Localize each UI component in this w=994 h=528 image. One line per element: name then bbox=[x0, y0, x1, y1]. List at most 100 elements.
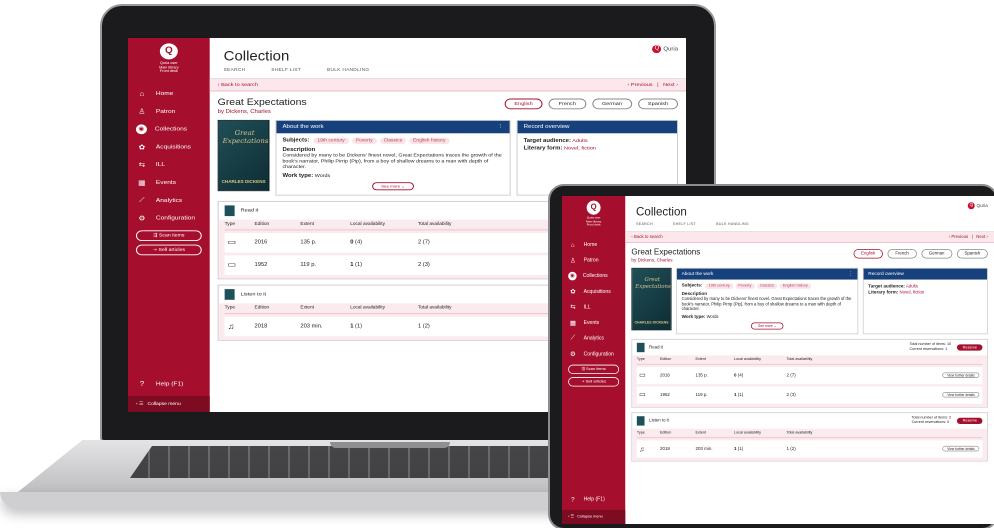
subject-tag[interactable]: English history bbox=[409, 137, 450, 144]
description-text: Considered by many to be Dickens' finest… bbox=[282, 153, 502, 171]
previous-link[interactable]: ‹ Previous bbox=[628, 82, 653, 87]
work-author-link[interactable]: by Dickens, Charles bbox=[631, 258, 700, 263]
sell-articles-button[interactable]: ⇢ Sell articles bbox=[135, 244, 202, 256]
sidebar-item-ill[interactable]: ⇆ ILL bbox=[562, 299, 625, 315]
about-card-header: About the work ⋮ bbox=[276, 120, 510, 134]
sidebar-item-events[interactable]: ▦ Events bbox=[562, 315, 625, 331]
kebab-menu-icon[interactable]: ⋮ bbox=[848, 269, 853, 280]
sidebar: Q Quria user Main library Front desk ⌂ Ho… bbox=[562, 196, 626, 524]
edition-cell: 2016 bbox=[254, 239, 268, 246]
sidebar-item-configuration[interactable]: ⚙ Configuration bbox=[562, 346, 625, 362]
kebab-menu-icon[interactable]: ⋮ bbox=[497, 121, 503, 133]
work-header: Great Expectations by Dickens, Charles E… bbox=[631, 248, 988, 263]
next-link[interactable]: Next › bbox=[976, 235, 988, 240]
language-button-french[interactable]: French bbox=[887, 249, 917, 259]
literary-form-value: Novel, fiction bbox=[564, 145, 596, 152]
extent-cell: 119 p. bbox=[695, 392, 708, 398]
column-header: Local availability bbox=[350, 221, 386, 227]
reserve-button[interactable]: Reserve bbox=[957, 417, 983, 424]
total-count: 1 bbox=[417, 323, 422, 329]
total-subcount: (2) bbox=[790, 446, 796, 452]
collection-tabs: SEARCH SHELF LIST BULK HANDLING bbox=[224, 68, 686, 72]
sidebar-item-patron[interactable]: ♙ Patron bbox=[128, 102, 210, 120]
view-further-details-button[interactable]: View further details bbox=[942, 445, 980, 452]
table-header: Type Edition Extent Local availability Total… bbox=[636, 355, 983, 365]
language-button-german[interactable]: German bbox=[921, 249, 953, 259]
tab-bulk-handling[interactable]: BULK HANDLING bbox=[327, 68, 369, 72]
language-button-spanish[interactable]: Spanish bbox=[637, 98, 679, 110]
sidebar-item-home[interactable]: ⌂ Home bbox=[128, 84, 210, 102]
target-audience-value: Adults bbox=[572, 138, 588, 144]
back-to-search-link[interactable]: ‹ Back to search bbox=[631, 235, 662, 240]
format-label-group: Read it bbox=[636, 342, 663, 352]
sidebar-item-configuration[interactable]: ⚙ Configuration bbox=[128, 209, 210, 227]
help-label: Help (F1) bbox=[155, 380, 184, 387]
sell-articles-button[interactable]: ⇢ Sell articles bbox=[568, 377, 620, 387]
sidebar-item-collections[interactable]: ◉ Collections bbox=[562, 268, 625, 284]
language-button-french[interactable]: French bbox=[548, 98, 586, 110]
edition-cell: 1952 bbox=[659, 392, 670, 398]
sidebar-item-patron[interactable]: ♙ Patron bbox=[562, 252, 625, 268]
sidebar-item-label: Home bbox=[583, 241, 598, 248]
previous-link[interactable]: ‹ Previous bbox=[949, 235, 968, 240]
language-button-german[interactable]: German bbox=[591, 98, 632, 110]
scan-items-button[interactable]: ⇶ Scan items bbox=[135, 230, 202, 242]
back-to-search-link[interactable]: ‹ Back to search bbox=[218, 82, 258, 87]
subject-tag[interactable]: 19th century bbox=[313, 137, 349, 144]
subject-tag[interactable]: Classics bbox=[379, 137, 407, 144]
view-further-details-button[interactable]: View further details bbox=[942, 372, 980, 378]
language-button-english[interactable]: English bbox=[504, 98, 543, 110]
table-row: ♫2018203 min.1 (1)1 (2)View further deta… bbox=[636, 440, 983, 458]
column-header: Extent bbox=[300, 221, 314, 227]
column-header: Edition bbox=[254, 221, 270, 227]
tab-bulk-handling[interactable]: BULK HANDLING bbox=[716, 223, 749, 227]
local-subcount: (1) bbox=[737, 392, 744, 398]
audiobook-icon: ♫ bbox=[639, 444, 645, 453]
acquisitions-icon: ✿ bbox=[570, 287, 576, 295]
sidebar-item-ill[interactable]: ⇆ ILL bbox=[128, 156, 210, 174]
gear-icon: ⚙ bbox=[138, 213, 146, 222]
tab-shelf-list[interactable]: SHELF LIST bbox=[673, 223, 696, 227]
see-more-button[interactable]: See more ⌄ bbox=[372, 181, 414, 190]
help-icon: ? bbox=[571, 495, 575, 503]
view-further-details-button[interactable]: View further details bbox=[942, 392, 980, 398]
record-heading: Record overview bbox=[523, 123, 570, 130]
help-button[interactable]: ? Help (F1) bbox=[562, 491, 605, 507]
sidebar-item-collections[interactable]: ◉ Collections bbox=[128, 120, 210, 138]
sidebar-item-acquisitions[interactable]: ✿ Acquisitions bbox=[562, 283, 625, 299]
subject-tag[interactable]: Poverty bbox=[735, 283, 755, 289]
literary-form: Literary form: Novel, fiction bbox=[868, 290, 982, 296]
subject-tag[interactable]: Classics bbox=[756, 283, 778, 289]
sidebar-item-analytics[interactable]: ⟋ Analytics bbox=[128, 191, 210, 209]
format-label-group: Listen to it bbox=[224, 288, 266, 300]
subject-tag[interactable]: English history bbox=[779, 283, 811, 289]
collapse-menu-button[interactable]: ‹ ☰ Collapse menu bbox=[128, 395, 210, 412]
tab-shelf-list[interactable]: SHELF LIST bbox=[271, 68, 301, 72]
collapse-menu-button[interactable]: ‹ ☰ Collapse menu bbox=[562, 509, 626, 524]
work-type-label: Work type: bbox=[681, 314, 706, 320]
tab-search[interactable]: SEARCH bbox=[224, 68, 246, 72]
see-more-button[interactable]: See more ⌄ bbox=[750, 322, 784, 330]
main-panel: Collection SEARCH SHELF LIST BULK HANDLI… bbox=[625, 196, 994, 524]
format-thumbnail bbox=[224, 288, 235, 300]
language-button-english[interactable]: English bbox=[853, 249, 884, 259]
book-cover: Great Expectations CHARLES DICKENS bbox=[631, 267, 672, 331]
help-button[interactable]: ? Help (F1) bbox=[128, 375, 184, 393]
language-button-spanish[interactable]: Spanish bbox=[956, 249, 988, 259]
subject-tag[interactable]: Poverty bbox=[351, 137, 377, 144]
sidebar-item-acquisitions[interactable]: ✿ Acquisitions bbox=[128, 138, 210, 156]
sidebar-item-home[interactable]: ⌂ Home bbox=[562, 237, 625, 253]
sidebar-item-analytics[interactable]: ⟋ Analytics bbox=[562, 330, 625, 346]
reserve-button[interactable]: Reserve bbox=[957, 344, 983, 351]
person-icon: ♙ bbox=[138, 107, 146, 116]
subjects-label: Subjects: bbox=[282, 137, 310, 144]
subject-tag[interactable]: 19th century bbox=[705, 283, 733, 289]
edition-cell: 2018 bbox=[659, 446, 670, 452]
sidebar-item-events[interactable]: ▦ Events bbox=[128, 173, 210, 191]
sidebar-item-label: Home bbox=[155, 90, 174, 97]
scan-items-button[interactable]: ⇶ Scan items bbox=[568, 364, 620, 375]
work-author-link[interactable]: by Dickens, Charles bbox=[218, 109, 307, 114]
tab-search[interactable]: SEARCH bbox=[636, 223, 653, 227]
next-link[interactable]: Next › bbox=[663, 82, 678, 87]
format-header: Listen to it Total number of items: 2Curr… bbox=[632, 413, 987, 429]
